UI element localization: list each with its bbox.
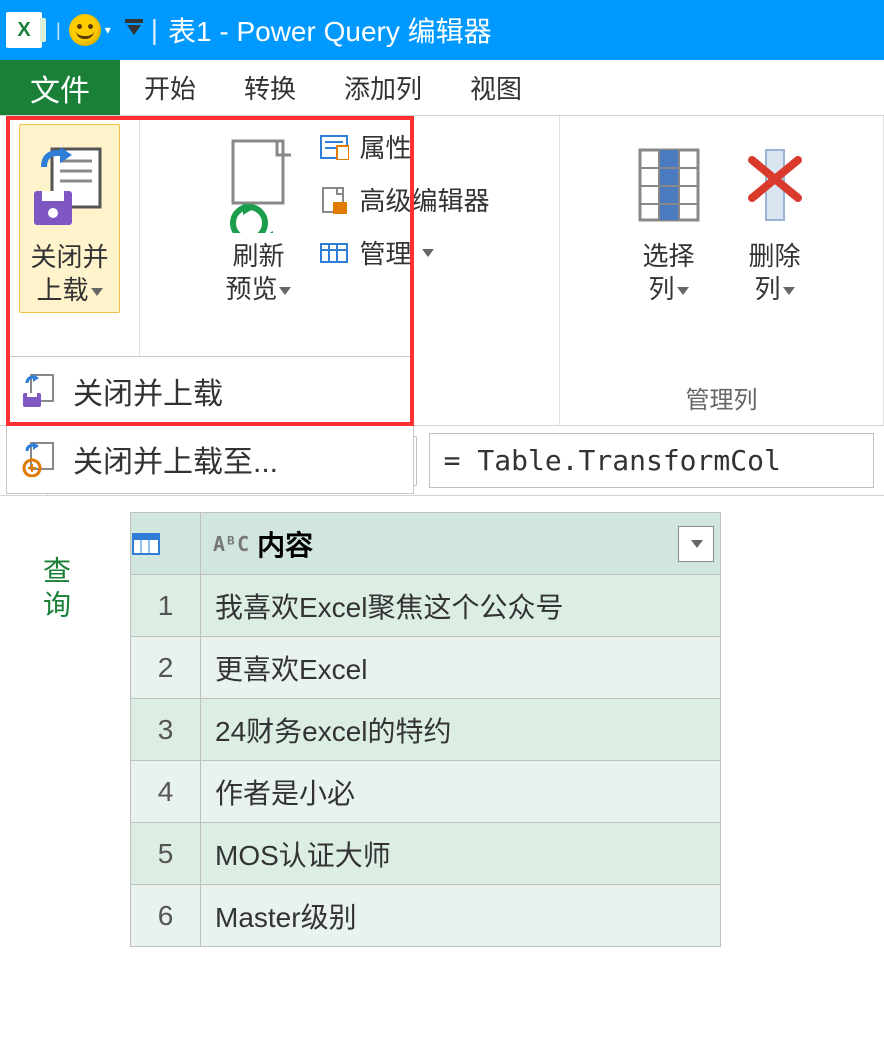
refresh-label-1: 刷新 xyxy=(232,241,284,271)
title-separator: | xyxy=(151,14,158,46)
refresh-label-2: 预览 xyxy=(225,274,277,304)
row-number: 2 xyxy=(131,637,201,699)
table-row[interactable]: 1我喜欢Excel聚焦这个公众号 xyxy=(131,575,721,637)
close-and-load-menuitem[interactable]: 关闭并上载 xyxy=(7,357,413,425)
cell[interactable]: Master级别 xyxy=(201,885,721,947)
qat-customize-icon[interactable] xyxy=(121,25,141,35)
refresh-preview-button[interactable]: 刷新 预览 xyxy=(209,124,307,311)
row-number: 5 xyxy=(131,823,201,885)
tab-file[interactable]: 文件 xyxy=(0,60,120,115)
dropdown-arrow-icon xyxy=(279,287,291,295)
remove-cols-label-1: 删除 xyxy=(748,241,800,271)
cell[interactable]: 24财务excel的特约 xyxy=(201,699,721,761)
close-load-dropdown: 关闭并上载 关闭并上载至... xyxy=(6,356,414,494)
data-grid: AᴮC 内容 1我喜欢Excel聚焦这个公众号 2更喜欢Excel 324财务e… xyxy=(130,512,721,947)
close-load-label-1: 关闭并 xyxy=(30,242,108,272)
choose-cols-label-2: 列 xyxy=(648,274,674,304)
close-load-menuitem-label: 关闭并上载 xyxy=(73,369,223,413)
cell[interactable]: 作者是小必 xyxy=(201,761,721,823)
title-bar: X | ▾ | 表1 - Power Query 编辑器 xyxy=(0,0,884,60)
select-all-corner[interactable] xyxy=(131,513,201,575)
remove-cols-label-2: 列 xyxy=(754,274,780,304)
type-text-icon: AᴮC xyxy=(213,532,249,556)
close-and-load-to-menuitem[interactable]: 关闭并上载至... xyxy=(7,425,413,493)
cell[interactable]: 我喜欢Excel聚焦这个公众号 xyxy=(201,575,721,637)
remove-columns-icon xyxy=(738,142,812,228)
tab-add-column[interactable]: 添加列 xyxy=(320,60,446,115)
manage-icon xyxy=(317,239,351,267)
cell[interactable]: MOS认证大师 xyxy=(201,823,721,885)
window-title: 表1 - Power Query 编辑器 xyxy=(168,10,492,50)
choose-cols-label-1: 选择 xyxy=(642,241,694,271)
ribbon: 关闭并 上载 xyxy=(0,116,884,426)
column-header[interactable]: AᴮC 内容 xyxy=(201,513,721,575)
table-row[interactable]: 2更喜欢Excel xyxy=(131,637,721,699)
close-and-load-button[interactable]: 关闭并 上载 xyxy=(19,124,119,313)
table-row[interactable]: 324财务excel的特约 xyxy=(131,699,721,761)
close-load-icon xyxy=(19,371,59,411)
smiley-icon[interactable] xyxy=(69,14,101,46)
column-filter-button[interactable] xyxy=(678,526,714,562)
properties-button[interactable]: 属性 xyxy=(317,128,489,165)
close-load-icon xyxy=(30,143,108,229)
table-row[interactable]: 5MOS认证大师 xyxy=(131,823,721,885)
chevron-down-icon xyxy=(691,540,703,548)
close-load-to-menuitem-label: 关闭并上载至... xyxy=(73,437,278,481)
table-icon xyxy=(131,532,161,556)
advanced-editor-icon xyxy=(317,186,351,214)
queries-label: 查询 xyxy=(35,556,75,624)
dropdown-arrow-icon xyxy=(91,288,103,296)
close-load-label-2: 上载 xyxy=(36,275,88,305)
column-header-label: 内容 xyxy=(257,524,313,564)
tab-home[interactable]: 开始 xyxy=(120,60,220,115)
table-row[interactable]: 4作者是小必 xyxy=(131,761,721,823)
qat-dropdown-icon[interactable]: ▾ xyxy=(105,23,111,37)
properties-icon xyxy=(317,133,351,161)
row-number: 3 xyxy=(131,699,201,761)
remove-columns-button[interactable]: 删除 列 xyxy=(728,124,822,311)
advanced-editor-label: 高级编辑器 xyxy=(359,181,489,218)
row-number: 6 xyxy=(131,885,201,947)
dropdown-arrow-icon xyxy=(422,249,434,257)
qat-separator: | xyxy=(56,20,61,41)
tab-transform[interactable]: 转换 xyxy=(220,60,320,115)
excel-app-icon: X xyxy=(6,12,42,48)
manage-button[interactable]: 管理 xyxy=(317,234,489,271)
cell[interactable]: 更喜欢Excel xyxy=(201,637,721,699)
tab-view[interactable]: 视图 xyxy=(446,60,546,115)
choose-columns-icon xyxy=(632,142,706,228)
formula-input[interactable]: = Table.TransformCol xyxy=(429,433,874,488)
close-load-to-icon xyxy=(19,439,59,479)
row-number: 4 xyxy=(131,761,201,823)
content-area: 查询 AᴮC 内容 1我喜欢Excel聚焦这个公众号 2更喜欢Exce xyxy=(0,496,884,947)
queries-panel-collapsed[interactable]: 查询 xyxy=(0,496,110,947)
advanced-editor-button[interactable]: 高级编辑器 xyxy=(317,181,489,218)
refresh-preview-icon xyxy=(219,137,297,233)
group-label-manage-columns: 管理列 xyxy=(686,374,758,425)
dropdown-arrow-icon xyxy=(783,287,795,295)
properties-label: 属性 xyxy=(359,128,411,165)
row-number: 1 xyxy=(131,575,201,637)
manage-label: 管理 xyxy=(359,234,411,271)
choose-columns-button[interactable]: 选择 列 xyxy=(622,124,716,311)
ribbon-tabs: 文件 开始 转换 添加列 视图 xyxy=(0,60,884,116)
dropdown-arrow-icon xyxy=(677,287,689,295)
table-row[interactable]: 6Master级别 xyxy=(131,885,721,947)
